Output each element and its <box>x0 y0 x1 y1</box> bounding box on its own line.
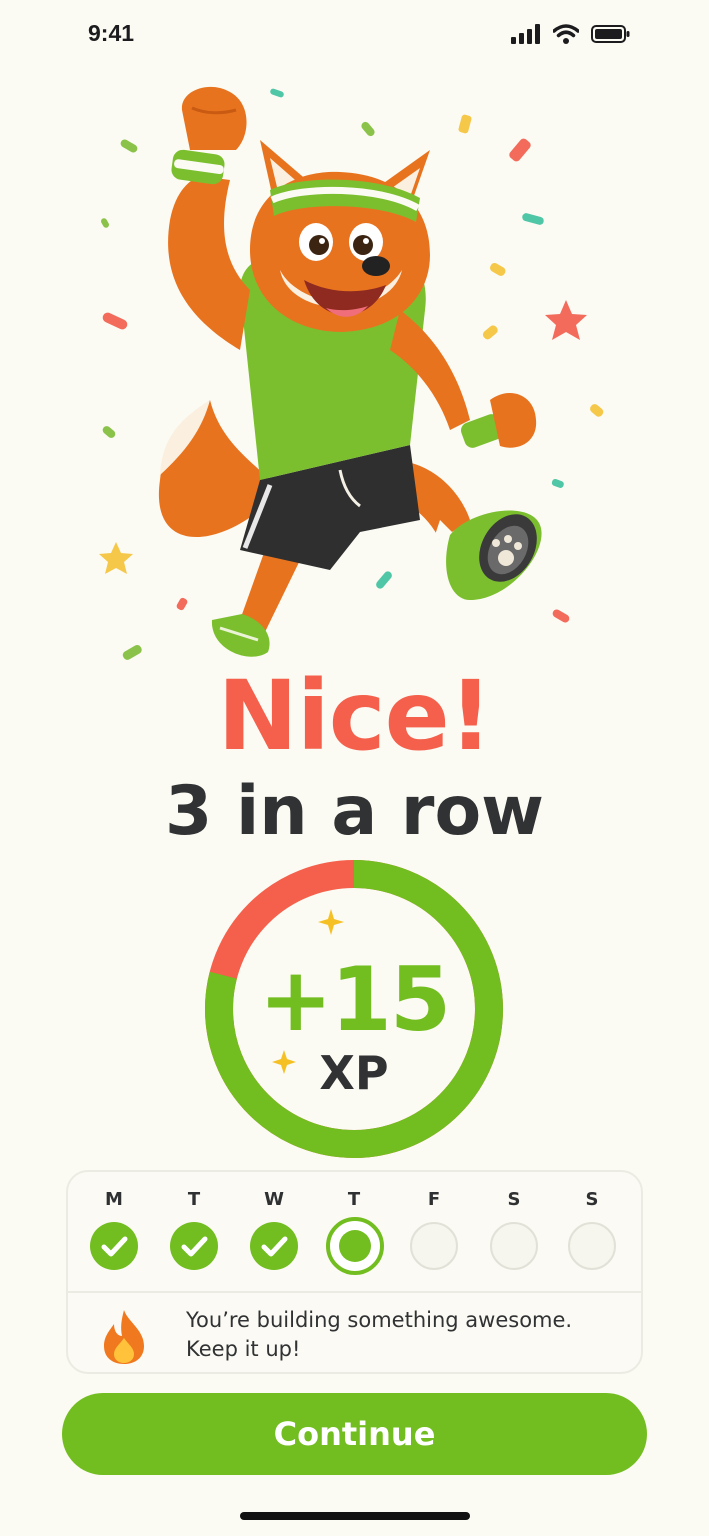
weekday-4: F <box>406 1186 462 1270</box>
fox-raised-arm <box>168 86 250 350</box>
headline-title: Nice! <box>217 660 492 772</box>
day-empty-circle <box>410 1222 458 1270</box>
signal-icon <box>511 24 540 44</box>
day-complete-check <box>170 1222 218 1270</box>
wifi-icon <box>553 24 579 44</box>
checkmark-icon <box>261 1236 288 1257</box>
weekday-letter: W <box>264 1189 284 1210</box>
status-icons <box>511 24 631 44</box>
checkmark-icon <box>101 1236 128 1257</box>
weekday-letter: T <box>187 1189 201 1210</box>
day-complete-check <box>250 1222 298 1270</box>
xp-unit-label: XP <box>319 1046 389 1100</box>
day-complete-check <box>90 1222 138 1270</box>
battery-icon <box>591 25 630 43</box>
xp-amount: +15 <box>258 948 451 1051</box>
fox-back-leg <box>211 550 305 657</box>
day-today-indicator <box>326 1217 384 1275</box>
card-divider <box>68 1291 641 1293</box>
weekly-streak-card: M T W T F S S You’re building something awesom… <box>66 1170 643 1374</box>
status-time: 9:41 <box>88 20 135 46</box>
streak-subtitle: 3 in a row <box>164 772 544 851</box>
weekday-2: W <box>246 1186 302 1270</box>
weekday-letter: M <box>105 1189 123 1210</box>
checkmark-icon <box>181 1236 208 1257</box>
weekday-1: T <box>166 1186 222 1270</box>
day-empty-circle <box>568 1222 616 1270</box>
fox-mascot-illustration <box>99 86 604 660</box>
weekday-letter: S <box>585 1189 599 1210</box>
status-bar: 9:41 <box>0 0 709 70</box>
encouragement-message: You’re building something awesome. Keep … <box>186 1308 573 1361</box>
weekday-letter: F <box>427 1189 441 1210</box>
weekday-5: S <box>486 1186 542 1270</box>
weekday-letter: T <box>347 1189 361 1210</box>
weekday-letter: S <box>507 1189 521 1210</box>
weekday-0: M <box>86 1186 142 1270</box>
fox-head <box>250 140 430 332</box>
weekday-6: S <box>564 1186 620 1270</box>
weekday-3: T <box>326 1186 384 1275</box>
continue-button[interactable]: Continue <box>62 1393 647 1475</box>
day-empty-circle <box>490 1222 538 1270</box>
week-days-row: MTWTFSS <box>68 1172 641 1290</box>
home-indicator[interactable] <box>240 1512 470 1520</box>
sparkle-icon <box>318 909 344 935</box>
flame-icon <box>104 1310 144 1364</box>
